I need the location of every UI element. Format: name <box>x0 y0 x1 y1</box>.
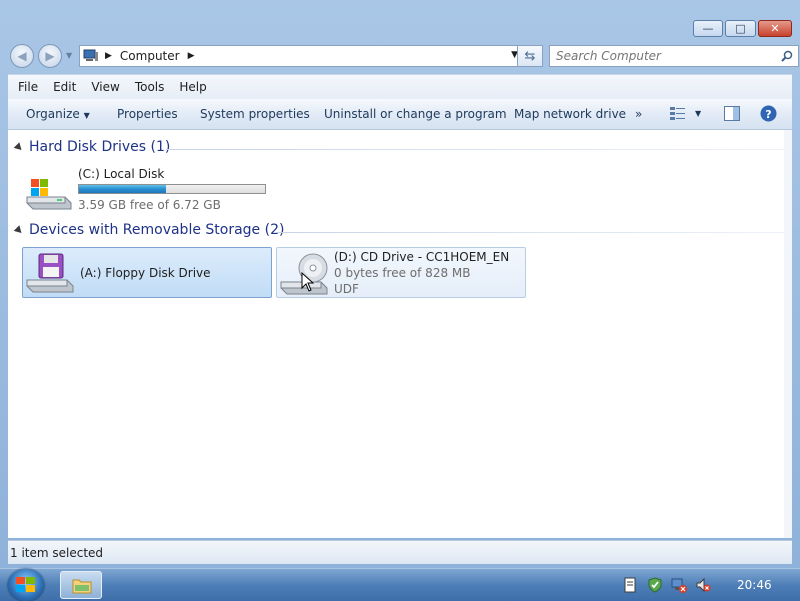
properties-button[interactable]: Properties <box>117 107 178 121</box>
tray-action-center-icon[interactable] <box>622 577 638 593</box>
breadcrumb-computer[interactable]: Computer <box>120 49 180 63</box>
collapse-group-icon[interactable] <box>13 142 25 153</box>
search-input[interactable] <box>556 49 766 63</box>
group-divider <box>166 149 784 150</box>
tray-volume-muted-icon[interactable] <box>695 577 711 593</box>
disk-usage-bar <box>78 184 266 194</box>
search-box[interactable] <box>549 45 799 67</box>
forward-button[interactable]: ▶ <box>38 44 62 68</box>
group-divider <box>276 232 784 233</box>
clock[interactable]: 20:46 <box>737 578 772 592</box>
menu-tools[interactable]: Tools <box>135 80 165 94</box>
status-bar: 1 item selected <box>8 540 792 564</box>
mouse-cursor-icon <box>301 272 315 292</box>
close-button[interactable]: ✕ <box>758 20 792 37</box>
search-icon[interactable] <box>781 50 793 62</box>
group-hard-disk-drives[interactable]: Hard Disk Drives (1) <box>8 139 784 159</box>
drive-item-a[interactable]: (A:) Floppy Disk Drive <box>22 247 272 298</box>
scrollbar-track[interactable] <box>784 130 792 538</box>
maximize-button[interactable]: □ <box>725 20 756 37</box>
refresh-button[interactable]: ⇆ <box>517 45 543 67</box>
folder-icon <box>72 579 92 594</box>
arrow-left-icon: ◀ <box>17 49 27 63</box>
drive-name: (D:) CD Drive - CC1HOEM_EN <box>334 250 510 264</box>
address-bar[interactable]: ▶ Computer ▶ ▼ <box>79 45 524 67</box>
drive-item-c[interactable]: (C:) Local Disk 3.59 GB free of 6.72 GB <box>21 163 271 215</box>
drive-free-space: 3.59 GB free of 6.72 GB <box>78 198 221 212</box>
help-icon[interactable]: ? <box>760 105 777 122</box>
back-button[interactable]: ◀ <box>10 44 34 68</box>
explorer-window: — □ ✕ ◀ ▶ ▼ ▶ Computer ▶ ▼ ⇆ Search Comp… <box>0 0 800 568</box>
arrow-right-icon: ▶ <box>45 49 55 63</box>
system-properties-button[interactable]: System properties <box>200 107 310 121</box>
uninstall-program-button[interactable]: Uninstall or change a program <box>324 107 507 121</box>
drive-name: (A:) Floppy Disk Drive <box>80 266 211 280</box>
command-bar: Organize ▼ Properties System properties … <box>8 99 792 130</box>
group-title: Hard Disk Drives (1) <box>29 139 171 155</box>
menu-file[interactable]: File <box>18 80 38 94</box>
drive-item-d[interactable]: (D:) CD Drive - CC1HOEM_EN 0 bytes free … <box>276 247 526 298</box>
menu-view[interactable]: View <box>91 80 119 94</box>
menu-help[interactable]: Help <box>179 80 206 94</box>
menu-edit[interactable]: Edit <box>53 80 76 94</box>
drive-filesystem: UDF <box>334 282 359 296</box>
navigation-bar: ◀ ▶ ▼ ▶ Computer ▶ ▼ ⇆ <box>8 42 799 70</box>
minimize-button[interactable]: — <box>693 20 723 37</box>
organize-label: Organize <box>26 107 80 121</box>
chevron-down-icon: ▼ <box>83 111 90 120</box>
svg-text:?: ? <box>765 108 771 121</box>
drive-free-space: 0 bytes free of 828 MB <box>334 266 471 280</box>
computer-icon <box>83 49 98 61</box>
drive-name: (C:) Local Disk <box>78 167 165 181</box>
view-options-icon[interactable] <box>670 107 686 121</box>
organize-button[interactable]: Organize ▼ <box>26 107 90 121</box>
minimize-icon: — <box>702 22 714 35</box>
file-list-pane[interactable]: Hard Disk Drives (1) (C:) Local Disk 3.5… <box>8 130 784 538</box>
breadcrumb-arrow-icon[interactable]: ▶ <box>105 51 112 61</box>
tray-network-icon[interactable] <box>671 577 687 593</box>
taskbar: 20:46 <box>0 568 800 601</box>
close-icon: ✕ <box>770 22 780 35</box>
breadcrumb-arrow-icon[interactable]: ▶ <box>188 51 195 61</box>
taskbar-explorer-button[interactable] <box>60 571 102 599</box>
hard-drive-icon <box>26 179 72 210</box>
maximize-icon: □ <box>735 22 746 35</box>
view-dropdown-icon[interactable]: ▼ <box>695 109 701 118</box>
map-network-drive-button[interactable]: Map network drive <box>514 107 626 121</box>
windows-logo-icon <box>16 577 35 592</box>
status-text: 1 item selected <box>10 545 104 560</box>
group-removable-storage[interactable]: Devices with Removable Storage (2) <box>8 222 784 242</box>
preview-pane-icon[interactable] <box>724 106 740 121</box>
refresh-icon: ⇆ <box>524 48 536 64</box>
disk-usage-fill <box>79 185 167 193</box>
floppy-drive-icon <box>26 253 74 293</box>
tray-security-icon[interactable] <box>647 577 663 593</box>
start-button[interactable] <box>8 569 44 601</box>
menu-bar: File Edit View Tools Help <box>8 74 792 99</box>
recent-pages-chevron-icon[interactable]: ▼ <box>66 51 72 60</box>
more-commands-button[interactable]: » <box>635 107 642 121</box>
collapse-group-icon[interactable] <box>13 225 25 236</box>
title-bar[interactable]: — □ ✕ <box>0 0 800 42</box>
group-title: Devices with Removable Storage (2) <box>29 222 285 238</box>
